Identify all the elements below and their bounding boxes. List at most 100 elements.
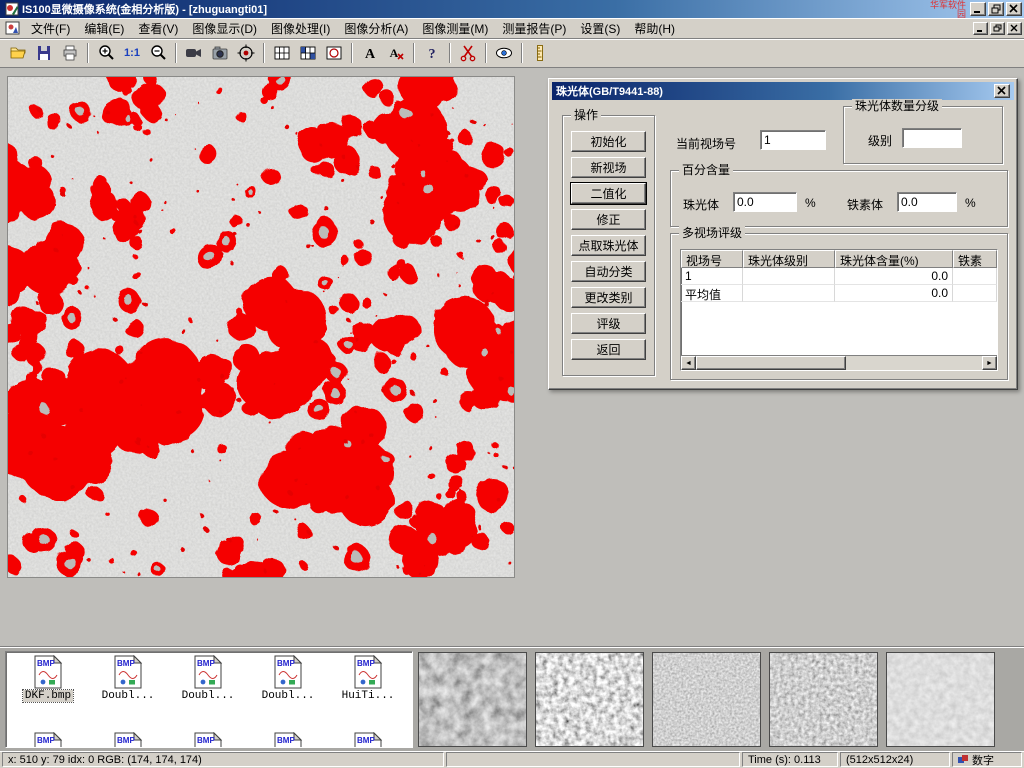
svg-text:BMP: BMP: [117, 736, 135, 745]
menu-image-measure[interactable]: 图像测量(M): [415, 18, 495, 39]
bmp-file-icon: BMP: [274, 732, 302, 748]
mdi-minimize-button[interactable]: [973, 22, 988, 35]
file-name: DKF.bmp: [23, 690, 73, 702]
correct-button[interactable]: 修正: [571, 209, 646, 230]
col-field[interactable]: 视场号: [681, 250, 743, 268]
table-row[interactable]: 1 0.0: [681, 268, 997, 285]
eye-icon: [495, 44, 513, 62]
thumbnail[interactable]: [418, 652, 527, 747]
svg-text:BMP: BMP: [197, 736, 215, 745]
file-item[interactable]: BMP Doubl...: [248, 655, 328, 702]
file-item[interactable]: BMP: [88, 732, 168, 748]
ferrite-percent-input[interactable]: 0.0: [897, 192, 957, 212]
file-item[interactable]: BMP DKF.bmp: [8, 655, 88, 702]
svg-text:BMP: BMP: [197, 659, 215, 668]
help-button[interactable]: ?: [419, 41, 445, 65]
file-item[interactable]: BMP: [248, 732, 328, 748]
menu-file[interactable]: 文件(F): [24, 18, 77, 39]
bmp-file-icon: BMP: [194, 732, 222, 748]
video-button[interactable]: [181, 41, 207, 65]
ruler-button[interactable]: [527, 41, 553, 65]
new-field-button[interactable]: 新视场: [571, 157, 646, 178]
open-button[interactable]: [5, 41, 31, 65]
measure-grid-button[interactable]: [269, 41, 295, 65]
minimize-button[interactable]: [970, 2, 986, 16]
init-button[interactable]: 初始化: [571, 131, 646, 152]
cell-field: 平均值: [681, 285, 743, 302]
bmp-file-icon: BMP: [34, 655, 62, 689]
text-button[interactable]: A: [357, 41, 383, 65]
col-pearlite-grade[interactable]: 珠光体级别: [743, 250, 835, 268]
restore-button[interactable]: [988, 2, 1004, 16]
zoom-out-button[interactable]: [145, 41, 171, 65]
mdi-document-icon[interactable]: [5, 21, 21, 35]
thumbnail[interactable]: [535, 652, 644, 747]
menu-image-processing[interactable]: 图像处理(I): [264, 18, 337, 39]
col-pearlite-content[interactable]: 珠光体含量(%): [835, 250, 953, 268]
table-hscrollbar[interactable]: ◄ ►: [681, 355, 997, 370]
auto-classify-button[interactable]: 自动分类: [571, 261, 646, 282]
mdi-restore-button[interactable]: [990, 22, 1005, 35]
bmp-file-icon: BMP: [274, 655, 302, 689]
menu-image-display[interactable]: 图像显示(D): [185, 18, 264, 39]
file-name: Doubl...: [260, 690, 317, 702]
mdi-close-button[interactable]: [1007, 22, 1022, 35]
scroll-left-button[interactable]: ◄: [681, 356, 696, 370]
measure-circle-button[interactable]: [321, 41, 347, 65]
thumbnail-strip: [418, 652, 995, 747]
toolbar-separator: [521, 43, 523, 63]
file-item[interactable]: BMP HuiTi...: [328, 655, 408, 702]
binarize-button[interactable]: 二值化: [571, 183, 646, 204]
return-button[interactable]: 返回: [571, 339, 646, 360]
menu-measure-report[interactable]: 测量报告(P): [495, 18, 573, 39]
save-button[interactable]: [31, 41, 57, 65]
menu-image-analysis[interactable]: 图像分析(A): [337, 18, 415, 39]
file-item[interactable]: BMP Doubl...: [88, 655, 168, 702]
file-item[interactable]: BMP Doubl...: [168, 655, 248, 702]
file-item[interactable]: BMP: [168, 732, 248, 748]
pearlite-dialog: 珠光体(GB/T9441-88) 操作 初始化 新视场 二值化 修正 点取珠光体…: [548, 78, 1018, 390]
close-icon: [1009, 4, 1019, 14]
menu-settings[interactable]: 设置(S): [573, 18, 627, 39]
capture-target-button[interactable]: [233, 41, 259, 65]
cell-content: 0.0: [835, 268, 953, 285]
status-position: x: 510 y: 79 idx: 0 RGB: (174, 174, 174): [2, 752, 444, 767]
grade-level-input[interactable]: [902, 128, 962, 148]
current-field-input[interactable]: 1: [760, 130, 826, 150]
table-row[interactable]: 平均值 0.0: [681, 285, 997, 302]
scroll-thumb[interactable]: [696, 356, 846, 370]
rate-button[interactable]: 评级: [571, 313, 646, 334]
multi-field-table: 视场号 珠光体级别 珠光体含量(%) 铁素 1 0.0 平均值 0.0: [680, 249, 998, 371]
pearlite-percent-sign: %: [805, 196, 816, 210]
camera-button[interactable]: [207, 41, 233, 65]
cut-button[interactable]: [455, 41, 481, 65]
scroll-right-button[interactable]: ►: [982, 356, 997, 370]
table-empty-area: [681, 302, 997, 355]
thumbnail[interactable]: [886, 652, 995, 747]
toolbar: 1:1 A A ?: [0, 39, 1024, 68]
dialog-close-button[interactable]: [994, 84, 1010, 98]
pick-pearlite-button[interactable]: 点取珠光体: [571, 235, 646, 256]
thumbnail[interactable]: [652, 652, 761, 747]
pearlite-percent-input[interactable]: 0.0: [733, 192, 797, 212]
zoom-in-button[interactable]: [93, 41, 119, 65]
file-item[interactable]: BMP: [328, 732, 408, 748]
bmp-file-icon: BMP: [194, 655, 222, 689]
actual-size-button[interactable]: 1:1: [119, 41, 145, 65]
print-button[interactable]: [57, 41, 83, 65]
preview-button[interactable]: [491, 41, 517, 65]
metallograph-image[interactable]: [7, 76, 515, 578]
menu-view[interactable]: 查看(V): [131, 18, 185, 39]
scroll-track[interactable]: [846, 356, 982, 370]
dialog-title-bar[interactable]: 珠光体(GB/T9441-88): [552, 82, 1014, 100]
col-ferrite[interactable]: 铁素: [953, 250, 997, 268]
bmp-file-icon: BMP: [114, 732, 142, 748]
change-class-button[interactable]: 更改类别: [571, 287, 646, 308]
text-delete-button[interactable]: A: [383, 41, 409, 65]
measure-grid-fill-button[interactable]: [295, 41, 321, 65]
menu-edit[interactable]: 编辑(E): [77, 18, 131, 39]
close-button[interactable]: [1006, 2, 1022, 16]
thumbnail[interactable]: [769, 652, 878, 747]
file-item[interactable]: BMP: [8, 732, 88, 748]
menu-help[interactable]: 帮助(H): [627, 18, 682, 39]
